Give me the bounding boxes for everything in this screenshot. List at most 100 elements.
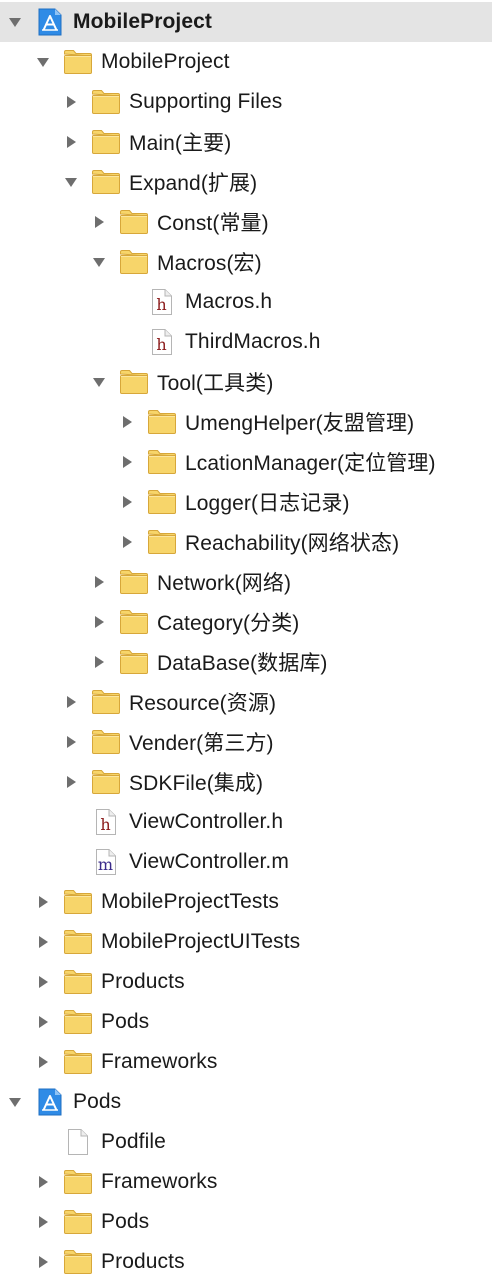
tree-row-const[interactable]: Const(常量): [0, 202, 492, 242]
disclosure-closed-icon[interactable]: [64, 695, 78, 709]
disclosure-closed-icon[interactable]: [36, 1255, 50, 1269]
source-file-icon: m: [91, 847, 121, 877]
tree-row-label: Vender(第三方): [129, 732, 274, 755]
header-file-icon: h: [91, 807, 121, 837]
disclosure-open-icon[interactable]: [92, 375, 106, 389]
folder-icon: [119, 247, 149, 277]
disclosure-closed-icon[interactable]: [92, 575, 106, 589]
disclosure-closed-icon[interactable]: [64, 735, 78, 749]
tree-row-sdkfile[interactable]: SDKFile(集成): [0, 762, 492, 802]
disclosure-open-icon[interactable]: [92, 255, 106, 269]
folder-icon: [147, 447, 177, 477]
folder-icon: [147, 407, 177, 437]
tree-row-label: Const(常量): [157, 212, 269, 235]
disclosure-closed-icon[interactable]: [36, 935, 50, 949]
tree-row-mobileprojecttests[interactable]: MobileProjectTests: [0, 882, 492, 922]
folder-icon: [63, 1047, 93, 1077]
tree-row-frameworks[interactable]: Frameworks: [0, 1162, 492, 1202]
tree-row-label: Main(主要): [129, 132, 232, 155]
folder-icon: [91, 727, 121, 757]
disclosure-closed-icon[interactable]: [120, 455, 134, 469]
tree-row-label: Category(分类): [157, 612, 300, 635]
tree-row-lcationmanager[interactable]: LcationManager(定位管理): [0, 442, 492, 482]
tree-row-viewcontroller-m[interactable]: m ViewController.m: [0, 842, 492, 882]
project-navigator: MobileProject MobileProject Supporting Fil…: [0, 0, 492, 1274]
tree-row-products[interactable]: Products: [0, 1242, 492, 1282]
tree-row-umenghelper[interactable]: UmengHelper(友盟管理): [0, 402, 492, 442]
tree-row-label: UmengHelper(友盟管理): [185, 412, 415, 435]
tree-row-main[interactable]: Main(主要): [0, 122, 492, 162]
tree-row-macros[interactable]: Macros(宏): [0, 242, 492, 282]
disclosure-closed-icon[interactable]: [64, 775, 78, 789]
tree-row-label: Expand(扩展): [129, 172, 258, 195]
disclosure-closed-icon[interactable]: [64, 135, 78, 149]
tree-row-frameworks[interactable]: Frameworks: [0, 1042, 492, 1082]
tree-row-network[interactable]: Network(网络): [0, 562, 492, 602]
disclosure-closed-icon[interactable]: [64, 95, 78, 109]
tree-row-expand[interactable]: Expand(扩展): [0, 162, 492, 202]
tree-row-label: Pods: [101, 1010, 150, 1033]
folder-icon: [63, 1247, 93, 1277]
tree-row-reachability[interactable]: Reachability(网络状态): [0, 522, 492, 562]
tree-row-pods[interactable]: Pods: [0, 1082, 492, 1122]
tree-row-label: Pods: [101, 1210, 150, 1233]
tree-row-database[interactable]: DataBase(数据库): [0, 642, 492, 682]
disclosure-closed-icon[interactable]: [92, 215, 106, 229]
svg-text:m: m: [98, 855, 113, 874]
disclosure-open-icon[interactable]: [8, 1095, 22, 1109]
tree-row-logger[interactable]: Logger(日志记录): [0, 482, 492, 522]
tree-row-podfile[interactable]: Podfile: [0, 1122, 492, 1162]
project-icon: [35, 1087, 65, 1117]
tree-row-vender[interactable]: Vender(第三方): [0, 722, 492, 762]
project-icon: [35, 7, 65, 37]
tree-row-pods[interactable]: Pods: [0, 1202, 492, 1242]
tree-row-tool[interactable]: Tool(工具类): [0, 362, 492, 402]
folder-icon: [91, 687, 121, 717]
tree-row-label: Macros.h: [185, 290, 273, 313]
tree-row-supporting-files[interactable]: Supporting Files: [0, 82, 492, 122]
disclosure-open-icon[interactable]: [64, 175, 78, 189]
tree-row-products[interactable]: Products: [0, 962, 492, 1002]
svg-text:h: h: [156, 295, 166, 314]
tree-row-category[interactable]: Category(分类): [0, 602, 492, 642]
tree-row-label: Pods: [73, 1090, 122, 1113]
disclosure-closed-icon[interactable]: [36, 1055, 50, 1069]
header-file-icon: h: [147, 287, 177, 317]
tree-row-label: MobileProject: [101, 50, 230, 73]
tree-row-mobileproject[interactable]: MobileProject: [0, 42, 492, 82]
tree-row-resource[interactable]: Resource(资源): [0, 682, 492, 722]
folder-icon: [91, 87, 121, 117]
tree-row-label: DataBase(数据库): [157, 652, 328, 675]
tree-row-label: Network(网络): [157, 572, 292, 595]
header-file-icon: h: [147, 327, 177, 357]
tree-row-macros-h[interactable]: h Macros.h: [0, 282, 492, 322]
disclosure-closed-icon[interactable]: [36, 895, 50, 909]
disclosure-closed-icon[interactable]: [36, 1215, 50, 1229]
tree-row-mobileproject[interactable]: MobileProject: [0, 2, 492, 42]
disclosure-closed-icon[interactable]: [92, 615, 106, 629]
tree-row-label: Products: [101, 1250, 185, 1273]
tree-row-label: Frameworks: [101, 1050, 218, 1073]
tree-row-label: SDKFile(集成): [129, 772, 264, 795]
disclosure-closed-icon[interactable]: [36, 975, 50, 989]
disclosure-open-icon[interactable]: [36, 55, 50, 69]
disclosure-closed-icon[interactable]: [36, 1175, 50, 1189]
disclosure-open-icon[interactable]: [8, 15, 22, 29]
disclosure-closed-icon[interactable]: [120, 415, 134, 429]
folder-icon: [119, 567, 149, 597]
folder-icon: [147, 527, 177, 557]
disclosure-closed-icon[interactable]: [36, 1015, 50, 1029]
tree-row-pods[interactable]: Pods: [0, 1002, 492, 1042]
disclosure-closed-icon[interactable]: [92, 655, 106, 669]
tree-row-viewcontroller-h[interactable]: h ViewController.h: [0, 802, 492, 842]
disclosure-closed-icon[interactable]: [120, 495, 134, 509]
folder-icon: [119, 647, 149, 677]
tree-row-mobileprojectuitests[interactable]: MobileProjectUITests: [0, 922, 492, 962]
tree-row-label: Resource(资源): [129, 692, 277, 715]
folder-icon: [63, 1167, 93, 1197]
disclosure-closed-icon[interactable]: [120, 535, 134, 549]
tree-row-thirdmacros-h[interactable]: h ThirdMacros.h: [0, 322, 492, 362]
